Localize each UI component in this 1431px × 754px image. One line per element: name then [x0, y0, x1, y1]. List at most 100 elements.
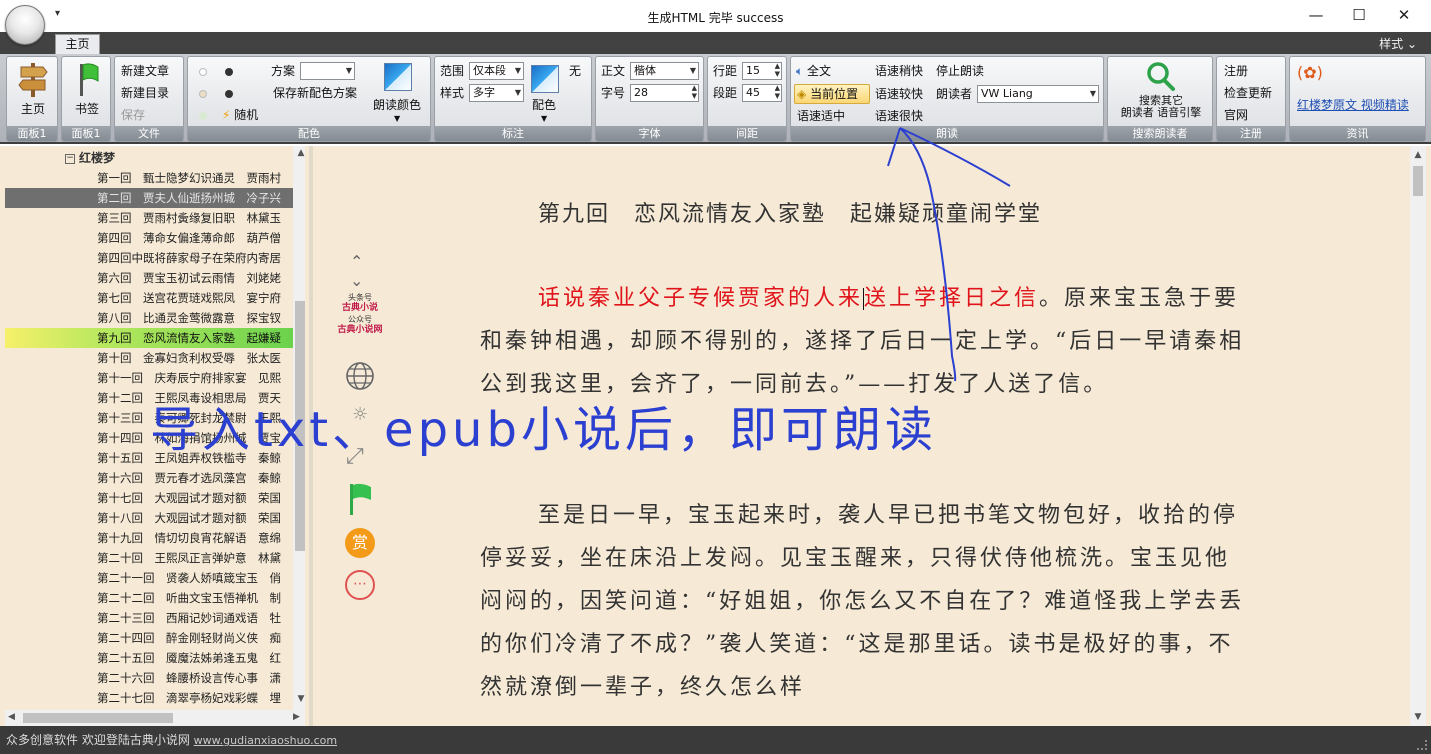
- style-select[interactable]: 多字 ▼: [469, 84, 524, 102]
- close-button[interactable]: ✕: [1389, 4, 1419, 26]
- line-spacing-spinner[interactable]: 15 ▲ ▼: [742, 62, 782, 80]
- tab-home[interactable]: 主页: [55, 34, 100, 54]
- chapter-item[interactable]: 第二十四回 醉金刚轻财尚义侠 痴: [5, 628, 293, 648]
- status-bar: 众多创意软件 欢迎登陆古典小说网 www.gudianxiaoshuo.com: [0, 726, 1431, 754]
- spinner-arrows-icon: ▲ ▼: [691, 84, 697, 100]
- chapter-item[interactable]: 第一回 甄士隐梦幻识通灵 贾雨村: [5, 168, 293, 188]
- annotate-color-swatch[interactable]: [531, 65, 559, 93]
- status-message: 众多创意软件 欢迎登陆古典小说网: [6, 733, 190, 747]
- para-spacing-spinner[interactable]: 45 ▲ ▼: [742, 84, 782, 102]
- reader-scroll-thumb[interactable]: [1413, 166, 1423, 196]
- chapter-item[interactable]: 第十六回 贾元春才选凤藻宫 秦鲸: [5, 468, 293, 488]
- paragraph-2: 至是日一早，宝玉起来时，袭人早已把书笔文物包好，收拾的停停妥妥，坐在床沿上发闷。…: [480, 503, 1245, 700]
- scheme-select[interactable]: ▼: [300, 62, 355, 80]
- home-button[interactable]: 主页: [7, 61, 57, 117]
- tree-hscroll-thumb[interactable]: [23, 713, 173, 723]
- collapse-expand-icon[interactable]: ⌃ ⌄: [350, 252, 363, 290]
- chapter-item[interactable]: 第二十二回 听曲文宝玉悟禅机 制: [5, 588, 293, 608]
- scroll-down-icon[interactable]: ▼: [1410, 712, 1426, 722]
- random-button[interactable]: ⚡ 随机: [222, 107, 258, 123]
- chapter-item[interactable]: 第十一回 庆寿辰宁府排家宴 见熙: [5, 368, 293, 388]
- search-readers-button[interactable]: 搜索其它 朗读者 语音引擎: [1108, 60, 1212, 119]
- reader-vertical-scrollbar[interactable]: ▲ ▼: [1410, 146, 1426, 726]
- signpost-icon: [18, 63, 48, 97]
- status-text: 众多创意软件 欢迎登陆古典小说网 www.gudianxiaoshuo.com: [6, 731, 337, 748]
- color-dot-dark[interactable]: [225, 90, 233, 98]
- chapter-item[interactable]: 第六回 贾宝玉初试云雨情 刘姥姥: [5, 268, 293, 288]
- reader-voice-select[interactable]: VW Liang ▼: [977, 85, 1099, 103]
- chapter-item[interactable]: 第二十六回 蜂腰桥设言传心事 潇: [5, 668, 293, 688]
- group-annotate: 范围 仅本段 ▼ 样式 多字 ▼ 无 配色 ▼ 标注: [434, 56, 592, 142]
- para-spacing-label: 段距: [713, 86, 738, 100]
- style-menu[interactable]: 样式 ⌄: [1379, 35, 1417, 52]
- stop-reading-button[interactable]: 停止朗读: [936, 63, 984, 79]
- spinner-arrows-icon: ▲ ▼: [774, 62, 780, 78]
- save-scheme-button[interactable]: 保存新配色方案: [273, 85, 357, 101]
- tree-book-node[interactable]: − 红楼梦: [65, 149, 115, 166]
- chapter-item[interactable]: 第二十三回 西厢记妙词通戏语 牡: [5, 608, 293, 628]
- chapter-item[interactable]: 第二十五回 魇魔法姊弟逢五鬼 红: [5, 648, 293, 668]
- scroll-right-icon[interactable]: ▶: [293, 712, 300, 722]
- scroll-up-icon[interactable]: ▲: [293, 148, 305, 158]
- speed-normal-button[interactable]: 语速适中: [797, 108, 845, 124]
- website-button[interactable]: 官网: [1224, 107, 1248, 123]
- collapse-icon[interactable]: −: [65, 153, 75, 164]
- save-button[interactable]: 保存: [121, 107, 145, 123]
- info-links[interactable]: 红楼梦原文 视频精读: [1297, 97, 1409, 113]
- chapter-item[interactable]: 第九回 恋风流情友入家塾 起嫌疑: [5, 328, 293, 348]
- chapter-item[interactable]: 第十回 金寡妇贪利权受辱 张太医: [5, 348, 293, 368]
- bookmark-button[interactable]: 书签: [62, 61, 110, 117]
- scroll-down-icon[interactable]: ▼: [293, 694, 305, 704]
- speed-slightly-fast-button[interactable]: 语速稍快: [875, 63, 923, 79]
- status-url-link[interactable]: www.gudianxiaoshuo.com: [194, 734, 337, 747]
- new-article-button[interactable]: 新建文章: [121, 63, 169, 79]
- resize-grip-icon[interactable]: [1417, 740, 1427, 750]
- overlay-caption: 导入txt、epub小说后，即可朗读: [150, 402, 937, 458]
- font-size-spinner[interactable]: 28 ▲ ▼: [630, 84, 699, 102]
- chapter-item[interactable]: 第十八回 大观园试才题对额 荣国: [5, 508, 293, 528]
- range-select[interactable]: 仅本段 ▼: [469, 62, 524, 80]
- scroll-left-icon[interactable]: ◀: [8, 712, 15, 722]
- random-button-label: 随机: [234, 108, 259, 122]
- ribbon: 主页 面板1 书签 面板1 新建文章 新建目录 保存 文件 方案 ▼ 保存新配色…: [0, 54, 1431, 144]
- scroll-up-icon[interactable]: ▲: [1410, 150, 1426, 160]
- chapter-item[interactable]: 第八回 比通灵金莺微露意 探宝钗: [5, 308, 293, 328]
- group-caption-spacing: 间距: [708, 126, 786, 141]
- annotate-none-button[interactable]: 无: [569, 63, 581, 79]
- color-dot-green[interactable]: [199, 112, 207, 120]
- chapter-item[interactable]: 第十七回 大观园试才题对额 荣国: [5, 488, 293, 508]
- color-dot-white[interactable]: [199, 68, 207, 76]
- chapter-item[interactable]: 第二十七回 滴翠亭杨妃戏彩蝶 埋: [5, 688, 293, 708]
- speed-very-fast-button[interactable]: 语速很快: [875, 108, 923, 124]
- chapter-item[interactable]: 第二十一回 贤袭人娇嗔箴宝玉 俏: [5, 568, 293, 588]
- minimize-button[interactable]: —: [1301, 4, 1331, 26]
- chapter-item[interactable]: 第四回中既将薛家母子在荣府内寄居: [5, 248, 293, 268]
- new-catalog-button[interactable]: 新建目录: [121, 85, 169, 101]
- green-flag-icon[interactable]: [345, 482, 375, 519]
- app-orb-button[interactable]: [5, 5, 45, 45]
- chapter-item[interactable]: 第三回 贾雨村夤缘复旧职 林黛玉: [5, 208, 293, 228]
- color-dot-black[interactable]: [225, 68, 233, 76]
- home-button-label: 主页: [20, 102, 45, 116]
- read-color-swatch[interactable]: [384, 63, 412, 91]
- color-dot-beige[interactable]: [199, 90, 207, 98]
- maximize-button[interactable]: ☐: [1344, 4, 1374, 26]
- tree-horizontal-scrollbar[interactable]: ◀ ▶: [5, 710, 305, 726]
- font-family-select[interactable]: 楷体 ▼: [630, 62, 699, 80]
- chevron-down-icon: ▼: [514, 66, 521, 75]
- speed-faster-button[interactable]: 语速较快: [875, 86, 923, 102]
- chapter-item[interactable]: 第七回 送宫花贾琏戏熙凤 宴宁府: [5, 288, 293, 308]
- group-caption-register: 注册: [1217, 126, 1285, 141]
- reward-icon[interactable]: 赏: [345, 528, 375, 558]
- more-options-icon[interactable]: ⋯: [345, 570, 375, 600]
- chapter-item[interactable]: 第二回 贾夫人仙逝扬州城 冷子兴: [5, 188, 293, 208]
- chapter-item[interactable]: 第二十回 王熙凤正言弹妒意 林黛: [5, 548, 293, 568]
- register-button[interactable]: 注册: [1224, 63, 1248, 79]
- read-full-text-button[interactable]: 🔈︎ 全文: [796, 63, 831, 79]
- check-update-button[interactable]: 检查更新: [1224, 85, 1272, 101]
- chapter-item[interactable]: 第四回 薄命女偏逢薄命郎 葫芦僧: [5, 228, 293, 248]
- line-spacing-label: 行距: [713, 64, 738, 78]
- chapter-item[interactable]: 第十九回 情切切良宵花解语 意绵: [5, 528, 293, 548]
- chevron-down-icon: ▼: [345, 66, 352, 75]
- search-icon: [1147, 62, 1175, 91]
